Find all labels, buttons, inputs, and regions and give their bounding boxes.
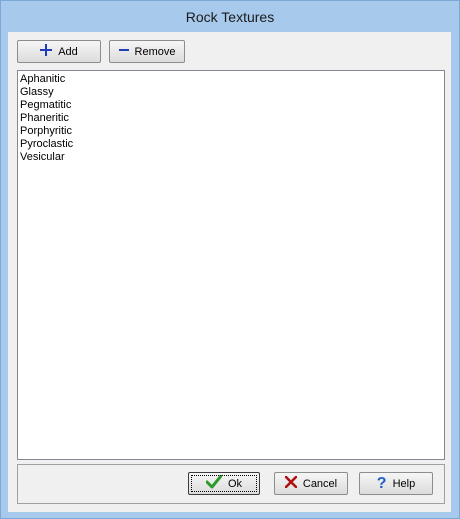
help-button-label: Help — [392, 477, 416, 490]
cancel-button[interactable]: Cancel — [274, 472, 348, 495]
list-item[interactable]: Porphyritic — [20, 125, 444, 138]
rock-textures-list[interactable]: Aphanitic Glassy Pegmatitic Phaneritic P… — [17, 70, 445, 460]
plus-icon — [40, 44, 53, 59]
remove-button-label: Remove — [134, 45, 176, 58]
add-button-label: Add — [58, 45, 78, 58]
list-item[interactable]: Glassy — [20, 86, 444, 99]
dialog-client-area: Add Remove Aphanitic Glassy Pegmatitic P… — [8, 32, 451, 512]
question-icon: ? — [376, 474, 387, 492]
title-bar[interactable]: Rock Textures — [1, 1, 459, 32]
checkmark-icon — [205, 474, 223, 492]
list-item[interactable]: Vesicular — [20, 151, 444, 164]
help-button[interactable]: ? Help — [359, 472, 433, 495]
remove-button[interactable]: Remove — [109, 40, 185, 63]
list-item[interactable]: Phaneritic — [20, 112, 444, 125]
list-item[interactable]: Pegmatitic — [20, 99, 444, 112]
ok-button-label: Ok — [227, 477, 243, 490]
minus-icon — [118, 44, 129, 59]
cancel-button-label: Cancel — [302, 477, 338, 490]
list-item[interactable]: Aphanitic — [20, 73, 444, 86]
list-item[interactable]: Pyroclastic — [20, 138, 444, 151]
dialog-window: Rock Textures Add Remove Aphanitic Glass… — [0, 0, 460, 519]
ok-button[interactable]: Ok — [188, 472, 260, 495]
dialog-title: Rock Textures — [185, 9, 275, 25]
add-button[interactable]: Add — [17, 40, 101, 63]
x-icon — [284, 475, 298, 491]
button-bar: Ok Cancel ? Help — [17, 464, 445, 504]
